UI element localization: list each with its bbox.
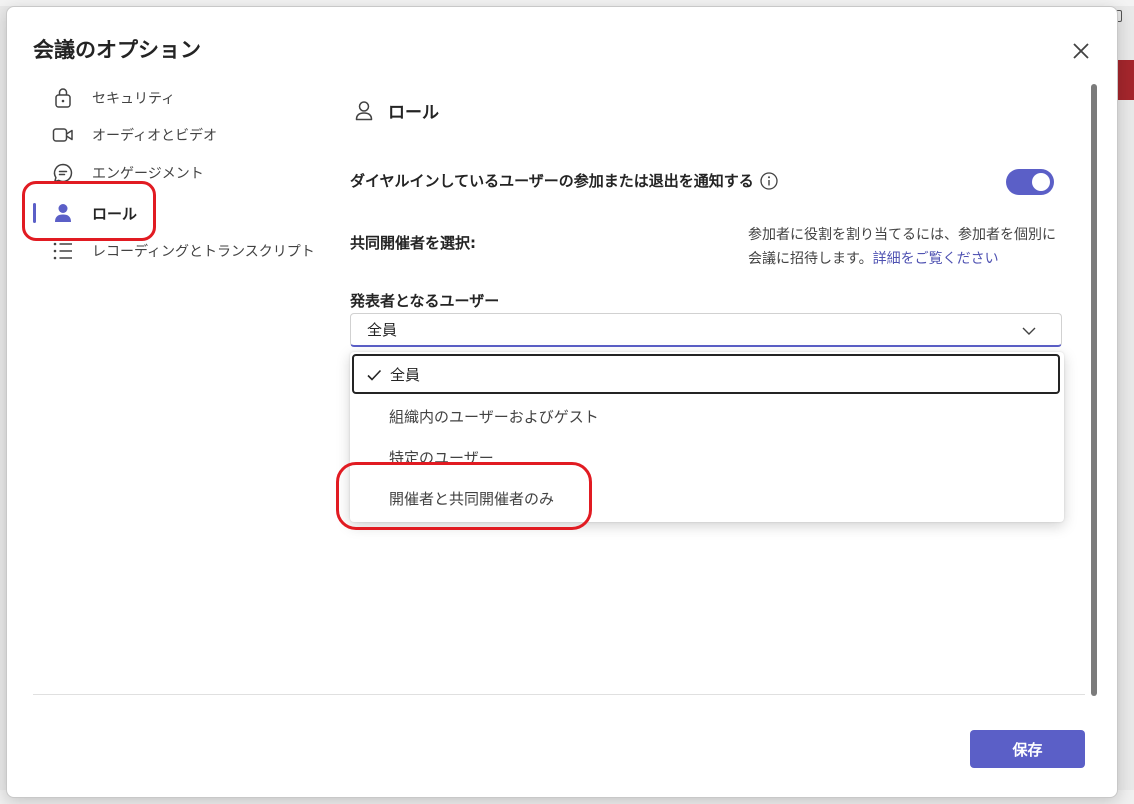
person-outline-icon [352,99,376,123]
person-icon [50,200,76,226]
toggle-knob [1032,173,1050,191]
presenter-select[interactable]: 全員 [350,313,1062,347]
list-icon [50,238,76,264]
presenter-option-specific-people[interactable]: 特定のユーザー [350,437,1064,477]
presenter-option-organizers-only[interactable]: 開催者と共同開催者のみ [350,478,1064,518]
footer-divider [33,694,1085,695]
sidebar-item-role[interactable]: ロール [50,198,137,228]
sidebar-item-security[interactable]: セキュリティ [50,83,175,113]
notify-dialin-label: ダイヤルインしているユーザーの参加または退出を通知する [350,170,778,191]
info-icon[interactable] [760,171,778,190]
vertical-scrollbar[interactable] [1091,84,1097,696]
option-label: 開催者と共同開催者のみ [389,489,555,508]
sidebar-item-audio-video[interactable]: オーディオとビデオ [50,120,217,150]
notify-dialin-text: ダイヤルインしているユーザーの参加または退出を通知する [350,172,754,190]
sidebar-item-engagement[interactable]: エンゲージメント [50,158,204,188]
close-icon[interactable] [1068,38,1094,64]
option-label: 組織内のユーザーおよびゲスト [389,407,599,426]
sidebar-item-label: オーディオとビデオ [92,128,218,144]
learn-more-link[interactable]: 詳細をご覧ください [873,251,999,267]
active-nav-indicator [33,203,36,223]
sidebar-item-label: エンゲージメント [92,166,204,182]
presenter-label: 発表者となるユーザー [350,292,500,310]
notify-dialin-toggle[interactable] [1006,169,1054,195]
dialog-title: 会議のオプション [33,38,201,62]
sidebar-item-label: ロール [92,204,138,223]
sidebar-item-recording[interactable]: レコーディングとトランスクリプト [50,236,315,266]
presenter-select-value: 全員 [367,321,398,339]
presenter-option-org-and-guests[interactable]: 組織内のユーザーおよびゲスト [350,396,1064,436]
option-label: 全員 [390,365,421,384]
chevron-down-icon [1021,323,1037,339]
option-label: 特定のユーザー [389,448,494,467]
section-header: ロール [352,98,439,123]
chat-bubble-icon [50,160,76,186]
sidebar-item-label: セキュリティ [92,91,176,107]
section-title: ロール [388,103,439,123]
lock-icon [50,85,76,111]
sidebar-item-label: レコーディングとトランスクリプト [92,244,315,260]
cohost-label: 共同開催者を選択: [350,234,476,252]
video-camera-icon [50,122,76,148]
cohost-help-text: 参加者に役割を割り当てるには、参加者を個別に会議に招待します。詳細をご覧ください [748,223,1064,271]
presenter-dropdown: 全員 組織内のユーザーおよびゲスト 特定のユーザー 開催者と共同開催者のみ [350,352,1064,522]
presenter-option-everyone[interactable]: 全員 [352,354,1060,394]
save-button[interactable]: 保存 [970,730,1085,768]
checkmark-icon [366,367,382,383]
